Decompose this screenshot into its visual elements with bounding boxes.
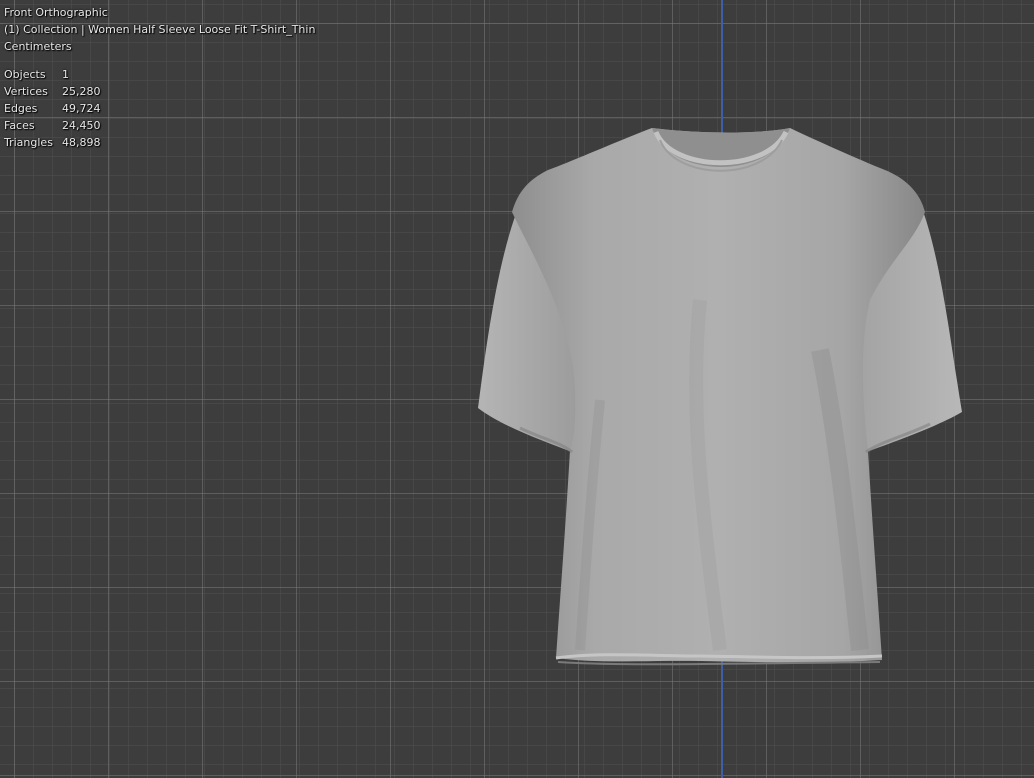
- stat-value: 1: [62, 68, 69, 81]
- stat-edges: Edges 49,724: [4, 100, 315, 117]
- stat-value: 25,280: [62, 85, 101, 98]
- stat-triangles: Triangles 48,898: [4, 134, 315, 151]
- stat-value: 24,450: [62, 119, 101, 132]
- stat-faces: Faces 24,450: [4, 117, 315, 134]
- units-label: Centimeters: [4, 40, 72, 53]
- stat-value: 49,724: [62, 102, 101, 115]
- stat-vertices: Vertices 25,280: [4, 83, 315, 100]
- stat-label: Vertices: [4, 85, 48, 98]
- viewport-info-overlay: Front Orthographic (1) Collection | Wome…: [4, 4, 315, 151]
- collection-line: (1) Collection | Women Half Sleeve Loose…: [4, 23, 316, 36]
- stat-objects: Objects 1: [4, 66, 315, 83]
- 3d-viewport[interactable]: Front Orthographic (1) Collection | Wome…: [0, 0, 1034, 778]
- stat-label: Edges: [4, 102, 38, 115]
- stat-label: Objects: [4, 68, 46, 81]
- stat-label: Faces: [4, 119, 35, 132]
- stat-value: 48,898: [62, 136, 101, 149]
- view-name: Front Orthographic: [4, 6, 108, 19]
- stat-label: Triangles: [4, 136, 53, 149]
